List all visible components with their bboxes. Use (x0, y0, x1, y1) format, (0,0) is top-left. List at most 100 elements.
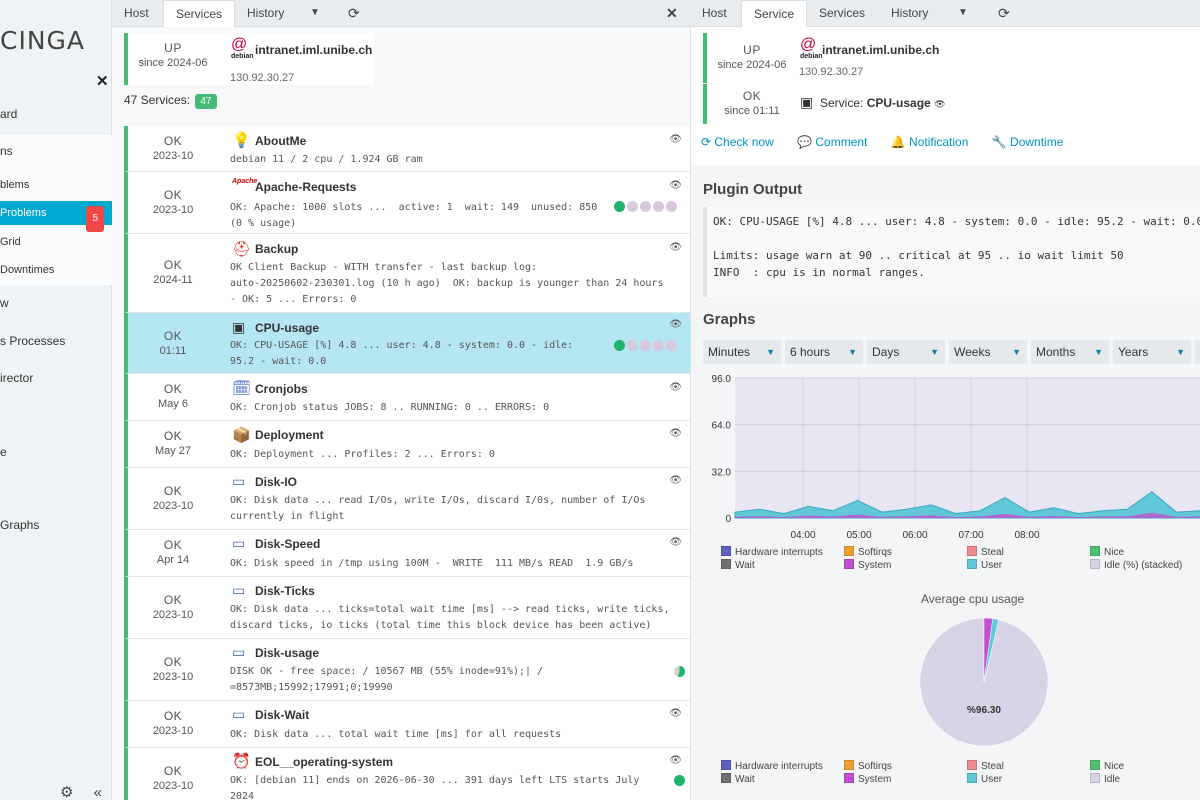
table-row[interactable]: OK 2023-10 ▭ Disk-IO OK: Disk data ... re… (124, 468, 690, 530)
service-name[interactable]: Disk-Wait (255, 708, 309, 722)
legend-label: Idle (1104, 774, 1121, 785)
select-more[interactable] (1195, 340, 1200, 364)
sidebar-item-grid[interactable]: Grid (0, 236, 112, 252)
collapse-sidebar-icon[interactable]: « (94, 784, 102, 800)
legend-item[interactable]: Wait (721, 773, 755, 786)
legend-item[interactable]: Idle (1090, 773, 1120, 786)
gear-icon[interactable]: ⚙ (60, 784, 73, 800)
select-weeks[interactable]: Weeks ▼ (949, 340, 1027, 364)
table-row[interactable]: OK 2023-10 ▭ Disk-usage DISK OK - free sp… (124, 639, 690, 701)
sidebar-item-downtimes[interactable]: Downtimes (0, 264, 112, 280)
eye-slash-icon[interactable]: 👁 (669, 537, 682, 548)
tab-services[interactable]: Services (163, 0, 236, 27)
legend-item[interactable]: System (844, 773, 891, 786)
sidebar-item-label: Graphs (0, 518, 40, 532)
legend-item[interactable]: Steal (967, 546, 1004, 559)
host-header[interactable]: UP since 2024-06 @ debian intranet.iml.u… (703, 33, 963, 83)
service-name[interactable]: Apache-Requests (255, 180, 356, 194)
sidebar-item-problems[interactable]: ns (0, 144, 112, 160)
legend-item[interactable]: User (967, 773, 1002, 786)
legend-item[interactable]: Idle (%) (stacked) (1090, 559, 1182, 572)
select-months[interactable]: Months ▼ (1031, 340, 1109, 364)
hard-disk-icon: ▭ (232, 535, 246, 551)
table-row[interactable]: OK 2023-10 ▭ Disk-Wait OK: Disk data ... … (124, 701, 690, 748)
eye-slash-icon[interactable]: 👁 (669, 242, 682, 253)
sidebar-item-host-problems[interactable]: blems (0, 179, 112, 195)
legend-item[interactable]: Nice (1090, 760, 1124, 773)
legend-item[interactable]: Nice (1090, 546, 1124, 559)
close-sidebar-icon[interactable]: ✕ (96, 72, 109, 90)
sidebar-item-graphs[interactable]: Graphs (0, 518, 112, 534)
table-row[interactable]: OK Apr 14 ▭ Disk-Speed OK: Disk speed in … (124, 530, 690, 577)
sidebar-item-director[interactable]: irector (0, 371, 112, 387)
legend-item[interactable]: Wait (721, 559, 755, 572)
sidebar-item-processes[interactable]: s Processes (0, 334, 112, 350)
apache-icon: Apache (232, 178, 258, 185)
table-row[interactable]: OK 2023-10 Apache Apache-Requests OK: Apa… (124, 172, 690, 234)
refresh-icon[interactable]: ⟳ (986, 0, 1022, 27)
service-name[interactable]: AboutMe (255, 134, 306, 148)
eye-slash-icon[interactable]: 👁 (669, 475, 682, 486)
service-state: OK 2023-10 (128, 709, 218, 739)
table-row[interactable]: OK 2024-11 ⛑ Backup OK Client Backup - WI… (124, 234, 690, 313)
service-name[interactable]: EOL__operating-system (255, 755, 393, 769)
sidebar-item-overview[interactable]: w (0, 296, 112, 312)
check-now-button[interactable]: ⟳ Check now (701, 135, 784, 149)
service-name[interactable]: CPU-usage (255, 321, 319, 335)
table-row[interactable]: OK May 27 📦 Deployment OK: Deployment ...… (124, 421, 690, 468)
legend-item[interactable]: System (844, 559, 891, 572)
tab-host[interactable]: Host (690, 0, 739, 27)
comment-button[interactable]: 💬 Comment (797, 135, 877, 149)
tab-history[interactable]: History (235, 0, 296, 27)
eye-slash-icon[interactable]: 👁 (669, 708, 682, 719)
hard-disk-icon: ▭ (232, 644, 246, 660)
sidebar-item-label: Grid (0, 236, 21, 248)
state-label: OK (163, 134, 183, 148)
select-minutes[interactable]: Minutes ▼ (703, 340, 781, 364)
eye-slash-icon[interactable]: 👁 (669, 319, 682, 330)
eye-slash-icon[interactable]: 👁 (669, 134, 682, 145)
table-row[interactable]: OK 2023-10 💡 AboutMe debian 11 / 2 cpu / … (124, 126, 690, 172)
eye-slash-icon[interactable]: 👁 (669, 180, 682, 191)
table-row[interactable]: OK May 6 🗓 Cronjobs OK: Cronjob status JO… (124, 374, 690, 421)
sidebar-item-service-problems[interactable]: Problems 5 (0, 201, 112, 232)
tab-host[interactable]: Host (112, 0, 161, 27)
table-row[interactable]: OK 01:11 ▣ CPU-usage OK: CPU-USAGE [%] 4.… (124, 313, 690, 374)
eye-slash-icon[interactable]: 👁 (669, 755, 682, 766)
sidebar-item-dashboard[interactable]: ard (0, 107, 112, 123)
legend-item[interactable]: Hardware interrupts (721, 760, 823, 773)
table-row[interactable]: OK 2023-10 ▭ Disk-Ticks OK: Disk data ...… (124, 577, 690, 639)
notification-button[interactable]: 🔔 Notification (891, 135, 979, 149)
refresh-icon[interactable]: ⟳ (336, 0, 372, 27)
chevron-down-icon[interactable]: ▼ (298, 0, 332, 27)
host-header[interactable]: UP since 2024-06 @ debian intranet.iml.u… (124, 33, 374, 85)
service-name[interactable]: Disk-usage (255, 646, 319, 660)
table-row[interactable]: OK 2023-10 ⏰ EOL__operating-system OK: [d… (124, 748, 690, 800)
service-name[interactable]: Disk-Ticks (255, 584, 315, 598)
tab-services[interactable]: Services (807, 0, 877, 27)
select-hours[interactable]: 6 hours ▼ (785, 340, 863, 364)
sidebar-item-e[interactable]: e (0, 445, 112, 461)
tab-history[interactable]: History (879, 0, 940, 27)
services-count: 47 Services: 47 (124, 93, 217, 109)
service-name[interactable]: Disk-IO (255, 475, 297, 489)
service-name[interactable]: Cronjobs (255, 382, 308, 396)
select-days[interactable]: Days ▼ (867, 340, 945, 364)
eye-slash-icon[interactable]: 👁 (934, 99, 945, 109)
legend-item[interactable]: Steal (967, 760, 1004, 773)
close-column-icon[interactable]: ✕ (654, 0, 690, 27)
service-name[interactable]: Deployment (255, 428, 324, 442)
service-name[interactable]: Backup (255, 242, 298, 256)
legend-item[interactable]: User (967, 559, 1002, 572)
service-header[interactable]: OK since 01:11 ▣ Service: CPU-usage 👁 (703, 84, 963, 124)
tab-service[interactable]: Service (741, 0, 808, 27)
select-years[interactable]: Years ▼ (1113, 340, 1191, 364)
legend-item[interactable]: Softirqs (844, 546, 892, 559)
eye-slash-icon[interactable]: 👁 (669, 382, 682, 393)
legend-item[interactable]: Hardware interrupts (721, 546, 823, 559)
service-name[interactable]: Disk-Speed (255, 537, 320, 551)
eye-slash-icon[interactable]: 👁 (669, 428, 682, 439)
downtime-button[interactable]: 🔧 Downtime (992, 135, 1074, 149)
chevron-down-icon[interactable]: ▼ (946, 0, 980, 27)
legend-item[interactable]: Softirqs (844, 760, 892, 773)
